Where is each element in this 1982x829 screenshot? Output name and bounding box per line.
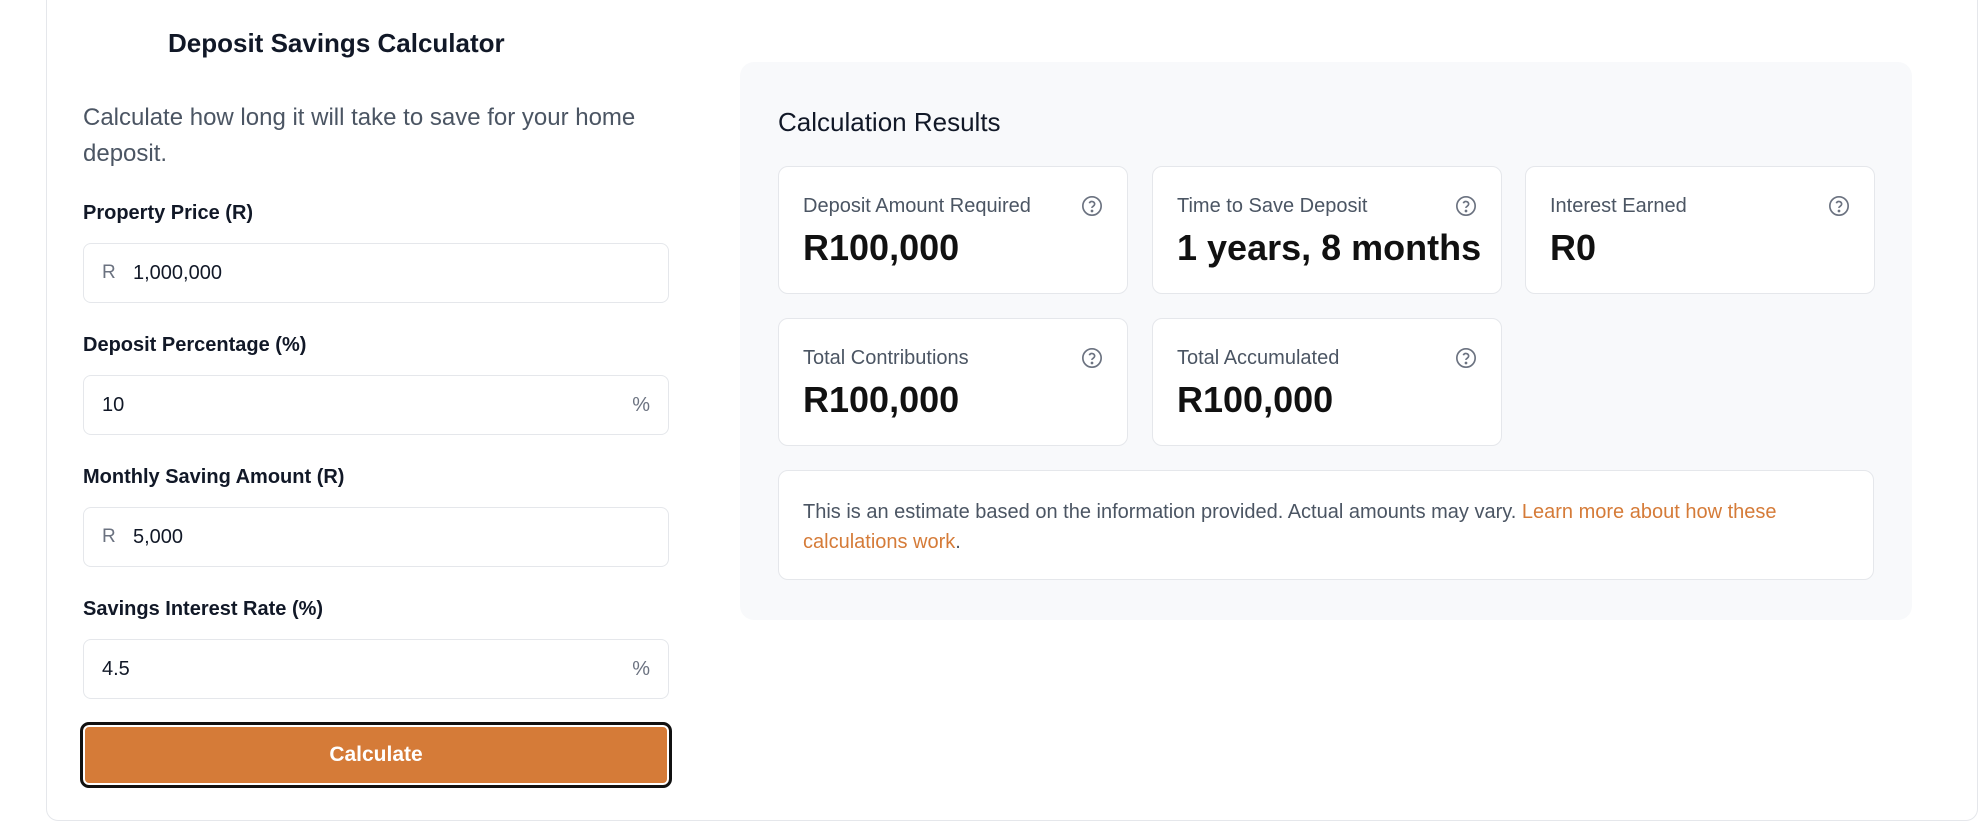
calculate-button[interactable]: Calculate — [80, 722, 672, 788]
result-card-deposit-amount: Deposit Amount Required R100,000 — [778, 166, 1128, 294]
interest-rate-value: 4.5 — [102, 657, 130, 680]
result-label: Deposit Amount Required — [803, 195, 1031, 217]
result-label: Total Accumulated — [1177, 347, 1340, 369]
result-card-total-contributions: Total Contributions R100,000 — [778, 318, 1128, 446]
help-circle-icon[interactable] — [1081, 347, 1103, 369]
results-title: Calculation Results — [778, 107, 1001, 137]
property-price-label: Property Price (R) — [83, 202, 254, 224]
monthly-saving-label: Monthly Saving Amount (R) — [83, 466, 345, 488]
result-value: R100,000 — [803, 379, 960, 420]
help-circle-icon[interactable] — [1828, 195, 1850, 217]
results-panel: Calculation Results Deposit Amount Requi… — [740, 62, 1912, 620]
result-label: Total Contributions — [803, 347, 969, 369]
help-circle-icon[interactable] — [1455, 195, 1477, 217]
property-price-input[interactable]: R 1,000,000 — [83, 243, 669, 303]
currency-prefix: R — [102, 526, 116, 547]
result-card-time-to-save: Time to Save Deposit 1 years, 8 months — [1152, 166, 1502, 294]
property-price-value: 1,000,000 — [133, 261, 222, 284]
estimate-note: This is an estimate based on the informa… — [778, 470, 1874, 580]
percent-suffix: % — [632, 393, 650, 416]
interest-rate-label: Savings Interest Rate (%) — [83, 598, 324, 620]
deposit-percentage-value: 10 — [102, 393, 125, 416]
interest-rate-input[interactable]: 4.5 % — [83, 639, 669, 699]
estimate-note-end: . — [955, 531, 961, 553]
result-label: Interest Earned — [1550, 195, 1687, 217]
help-circle-icon[interactable] — [1455, 347, 1477, 369]
currency-prefix: R — [102, 262, 116, 283]
result-value: R100,000 — [803, 227, 960, 268]
result-card-total-accumulated: Total Accumulated R100,000 — [1152, 318, 1502, 446]
estimate-note-text: This is an estimate based on the informa… — [803, 497, 1853, 557]
help-circle-icon[interactable] — [1081, 195, 1103, 217]
calculator-description: Calculate how long it will take to save … — [83, 104, 636, 167]
result-value: R0 — [1550, 227, 1597, 268]
estimate-note-body: This is an estimate based on the informa… — [803, 501, 1522, 523]
page-title: Deposit Savings Calculator — [168, 28, 505, 58]
monthly-saving-input[interactable]: R 5,000 — [83, 507, 669, 567]
monthly-saving-value: 5,000 — [133, 525, 184, 548]
deposit-percentage-input[interactable]: 10 % — [83, 375, 669, 435]
deposit-percentage-label: Deposit Percentage (%) — [83, 334, 307, 356]
result-value: R100,000 — [1177, 379, 1334, 420]
result-label: Time to Save Deposit — [1177, 195, 1368, 217]
percent-suffix: % — [632, 657, 650, 680]
result-card-interest-earned: Interest Earned R0 — [1525, 166, 1875, 294]
result-value: 1 years, 8 months — [1177, 227, 1482, 268]
